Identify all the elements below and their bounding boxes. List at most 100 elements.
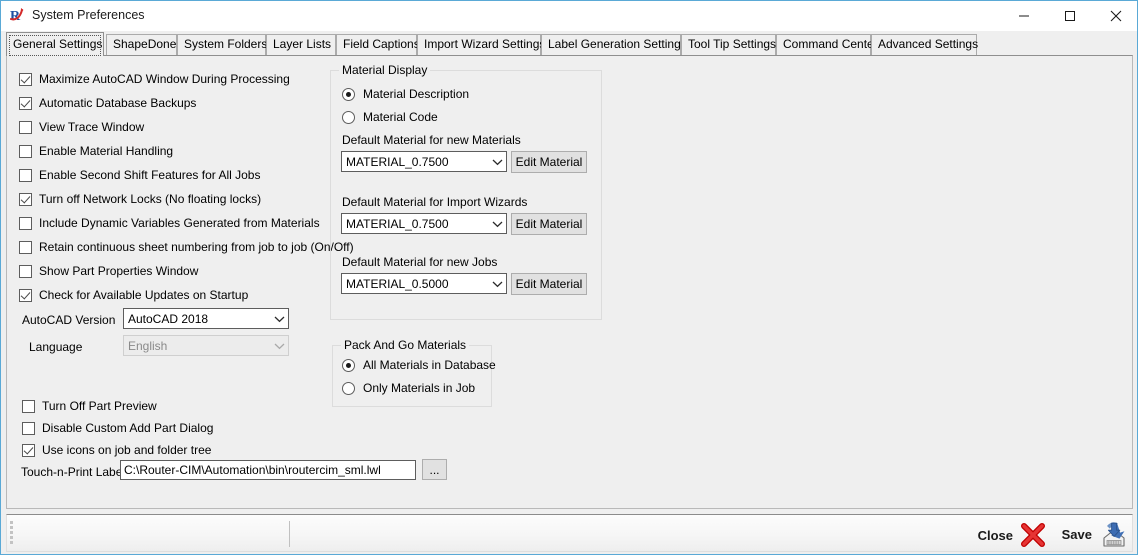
save-button-action[interactable]: Save — [1062, 519, 1130, 549]
checkbox-indicator[interactable] — [22, 443, 35, 457]
default-material-new-materials-combobox[interactable]: MATERIAL_0.7500 — [341, 151, 507, 172]
default-material-new-jobs-value: MATERIAL_0.5000 — [346, 276, 449, 291]
language-value: English — [128, 338, 168, 353]
radio-material-description[interactable]: Material Description — [342, 87, 469, 101]
edit-material-button-new-jobs[interactable]: Edit Material — [511, 273, 587, 295]
radio-label: Only Materials in Job — [363, 381, 476, 395]
checkbox-indicator[interactable] — [19, 120, 32, 134]
radio-indicator[interactable] — [342, 110, 355, 124]
checkbox-indicator[interactable] — [19, 192, 32, 206]
tab-field-captions[interactable]: Field Captions — [336, 34, 420, 55]
touch-n-print-browse-button[interactable]: ... — [422, 459, 447, 480]
tab-command-center[interactable]: Command Center — [776, 34, 878, 55]
close-button-action[interactable]: Close — [978, 521, 1047, 549]
touch-n-print-input[interactable]: C:\Router-CIM\Automation\bin\routercim_s… — [120, 460, 416, 480]
edit-material-button-new-materials[interactable]: Edit Material — [511, 151, 587, 173]
tab-general-settings[interactable]: General Settings — [6, 32, 104, 56]
edit-material-button-label: Edit Material — [515, 277, 583, 291]
checkbox-view-trace-window[interactable]: View Trace Window — [19, 120, 144, 134]
save-disk-icon[interactable] — [1098, 519, 1130, 549]
radio-indicator[interactable] — [342, 381, 355, 395]
tab-advanced-settings[interactable]: Advanced Settings — [871, 34, 978, 55]
tab-label: Field Captions — [343, 37, 420, 51]
checkbox-label: Disable Custom Add Part Dialog — [42, 421, 214, 435]
chevron-down-icon[interactable] — [488, 214, 506, 233]
checkbox-retain-continuous-sheet-numbering[interactable]: Retain continuous sheet numbering from j… — [19, 240, 354, 254]
red-x-icon[interactable] — [1019, 521, 1047, 549]
maximize-icon — [1065, 10, 1075, 21]
tab-label: Layer Lists — [273, 37, 332, 51]
checkbox-indicator[interactable] — [22, 399, 35, 413]
checkbox-indicator[interactable] — [19, 96, 32, 110]
checkbox-indicator[interactable] — [19, 72, 32, 86]
tab-label: Import Wizard Settings — [424, 37, 546, 51]
checkbox-enable-material-handling[interactable]: Enable Material Handling — [19, 144, 173, 158]
chevron-down-icon[interactable] — [270, 309, 288, 328]
checkbox-use-icons-on-job-and-folder-tree[interactable]: Use icons on job and folder tree — [22, 443, 211, 457]
autocad-version-combobox[interactable]: AutoCAD 2018 — [123, 308, 289, 329]
radio-indicator[interactable] — [342, 87, 355, 101]
language-combobox[interactable]: English — [123, 335, 289, 356]
default-material-new-jobs-label: Default Material for new Jobs — [342, 255, 498, 269]
checkbox-check-for-available-updates[interactable]: Check for Available Updates on Startup — [19, 288, 248, 302]
default-material-new-jobs-combobox[interactable]: MATERIAL_0.5000 — [341, 273, 507, 294]
pack-and-go-title: Pack And Go Materials — [341, 338, 470, 352]
checkbox-label: Turn Off Part Preview — [42, 399, 157, 413]
checkbox-turn-off-network-locks[interactable]: Turn off Network Locks (No floating lock… — [19, 192, 261, 206]
tab-system-folders[interactable]: System Folders — [177, 34, 268, 55]
status-grip-icon — [10, 521, 14, 547]
radio-material-code[interactable]: Material Code — [342, 110, 438, 124]
checkbox-label: Retain continuous sheet numbering from j… — [39, 240, 354, 254]
checkbox-label: Check for Available Updates on Startup — [39, 288, 249, 302]
checkbox-show-part-properties-window[interactable]: Show Part Properties Window — [19, 264, 198, 278]
checkbox-indicator[interactable] — [22, 421, 35, 435]
checkbox-indicator[interactable] — [19, 168, 32, 182]
radio-indicator[interactable] — [342, 358, 355, 372]
default-material-import-wizards-value: MATERIAL_0.7500 — [346, 216, 449, 231]
checkbox-include-dynamic-variables[interactable]: Include Dynamic Variables Generated from… — [19, 216, 320, 230]
checkbox-enable-second-shift-features[interactable]: Enable Second Shift Features for All Job… — [19, 168, 260, 182]
pack-and-go-materials-group: Pack And Go Materials All Materials in D… — [332, 338, 496, 407]
tab-tool-tip-settings[interactable]: Tool Tip Settings — [681, 34, 776, 55]
chevron-down-icon[interactable] — [488, 152, 506, 171]
tab-layer-lists[interactable]: Layer Lists — [266, 34, 336, 55]
tab-label-generation-settings[interactable]: Label Generation Settings — [541, 34, 687, 55]
edit-material-button-label: Edit Material — [515, 217, 583, 231]
edit-material-button-import-wizards[interactable]: Edit Material — [511, 213, 587, 235]
tab-strip: General Settings ShapeDone System Folder… — [6, 32, 1132, 56]
maximize-button[interactable] — [1047, 1, 1093, 30]
checkbox-automatic-database-backups[interactable]: Automatic Database Backups — [19, 96, 196, 110]
radio-only-materials-in-job[interactable]: Only Materials in Job — [342, 381, 475, 395]
minimize-icon — [1019, 15, 1029, 16]
minimize-button[interactable] — [1001, 1, 1047, 30]
tab-import-wizard-settings[interactable]: Import Wizard Settings — [417, 34, 545, 55]
page-title: System Preferences — [32, 8, 145, 22]
chevron-down-icon[interactable] — [270, 336, 288, 355]
save-action-label: Save — [1061, 526, 1092, 542]
routercim-r-icon: R — [9, 7, 26, 24]
checkbox-label: Show Part Properties Window — [39, 264, 199, 278]
checkbox-indicator[interactable] — [19, 264, 32, 278]
radio-label: Material Code — [363, 110, 438, 124]
checkbox-indicator[interactable] — [19, 240, 32, 254]
checkbox-maximize-autocad-window[interactable]: Maximize AutoCAD Window During Processin… — [19, 72, 290, 86]
radio-label: Material Description — [363, 87, 470, 101]
checkbox-indicator[interactable] — [19, 144, 32, 158]
chevron-down-icon[interactable] — [488, 274, 506, 293]
tab-shapedone[interactable]: ShapeDone — [106, 34, 177, 55]
checkbox-turn-off-part-preview[interactable]: Turn Off Part Preview — [22, 399, 157, 413]
checkbox-label: View Trace Window — [39, 120, 145, 134]
autocad-version-value: AutoCAD 2018 — [128, 311, 209, 326]
general-settings-panel: Maximize AutoCAD Window During Processin… — [6, 55, 1133, 509]
close-button[interactable] — [1093, 1, 1138, 30]
material-display-group: Material Display Material Description Ma… — [330, 63, 602, 320]
close-action-label: Close — [977, 527, 1013, 543]
checkbox-indicator[interactable] — [19, 288, 32, 302]
default-material-import-wizards-combobox[interactable]: MATERIAL_0.7500 — [341, 213, 507, 234]
radio-all-materials-in-database[interactable]: All Materials in Database — [342, 358, 496, 372]
checkbox-label: Maximize AutoCAD Window During Processin… — [39, 72, 290, 86]
checkbox-disable-custom-add-part-dialog[interactable]: Disable Custom Add Part Dialog — [22, 421, 213, 435]
checkbox-indicator[interactable] — [19, 216, 32, 230]
browse-button-label: ... — [429, 462, 440, 477]
tab-label: System Folders — [184, 37, 268, 51]
